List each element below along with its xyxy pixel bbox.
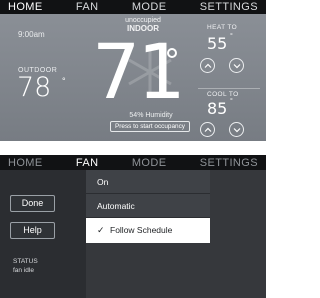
cool-to-degree: °: [230, 98, 233, 105]
cool-to-temperature: 85: [207, 99, 228, 118]
done-button[interactable]: Done: [10, 195, 55, 212]
fan-option-follow-schedule-label: Follow Schedule: [110, 225, 173, 235]
chevron-down-icon: [233, 63, 240, 68]
home-tab-bar: HOME FAN MODE SETTINGS: [0, 0, 266, 16]
cool-up-button[interactable]: [200, 122, 215, 137]
tab-mode[interactable]: MODE: [130, 157, 169, 169]
heat-to-label: HEAT TO: [207, 24, 238, 31]
indoor-temperature: 71: [92, 27, 186, 116]
help-button[interactable]: Help: [10, 222, 55, 239]
humidity-readout: 54% Humidity: [129, 112, 173, 119]
chevron-down-icon: [233, 127, 240, 132]
outdoor-temperature: 78: [17, 72, 52, 103]
screenshot-separator: [0, 141, 266, 155]
fan-screen: Done Help STATUS fan idle On Automatic ✓…: [0, 170, 266, 298]
tab-fan[interactable]: FAN: [69, 157, 105, 172]
setpoint-divider: [198, 88, 260, 89]
fan-option-follow-schedule[interactable]: ✓ Follow Schedule: [86, 218, 210, 243]
chevron-up-icon: [204, 63, 211, 68]
status-label: STATUS: [13, 258, 38, 265]
home-screen: 9:00am unoccupied INDOOR OUTDOOR 78 ° 71…: [0, 14, 266, 141]
tab-home[interactable]: HOME: [2, 1, 49, 16]
heat-to-temperature: 55: [207, 34, 228, 53]
start-occupancy-button[interactable]: Press to start occupancy: [110, 121, 190, 132]
tab-settings[interactable]: SETTINGS: [198, 1, 260, 13]
cool-down-button[interactable]: [229, 122, 244, 137]
fan-side-panel: Done Help STATUS fan idle: [0, 170, 86, 298]
tab-fan[interactable]: FAN: [74, 1, 101, 13]
outdoor-degree-symbol: °: [62, 76, 66, 86]
fan-option-automatic[interactable]: Automatic: [86, 194, 210, 218]
fan-option-on[interactable]: On: [86, 170, 210, 194]
heat-down-button[interactable]: [229, 58, 244, 73]
cool-to-label: COOL TO: [207, 91, 239, 98]
fan-options-menu: On Automatic ✓ Follow Schedule: [86, 170, 210, 264]
heat-up-button[interactable]: [200, 58, 215, 73]
fan-tab-bar: HOME FAN MODE SETTINGS: [0, 155, 266, 172]
tab-mode[interactable]: MODE: [130, 1, 169, 13]
checkmark-icon: ✓: [97, 225, 105, 235]
chevron-up-icon: [204, 127, 211, 132]
status-value: fan idle: [13, 267, 34, 274]
clock-time: 9:00am: [18, 30, 45, 39]
tab-home[interactable]: HOME: [6, 157, 45, 169]
tab-settings[interactable]: SETTINGS: [198, 157, 260, 169]
indoor-degree-icon: [167, 48, 177, 58]
fan-right-panel: [210, 170, 266, 298]
heat-to-degree: °: [230, 33, 233, 40]
